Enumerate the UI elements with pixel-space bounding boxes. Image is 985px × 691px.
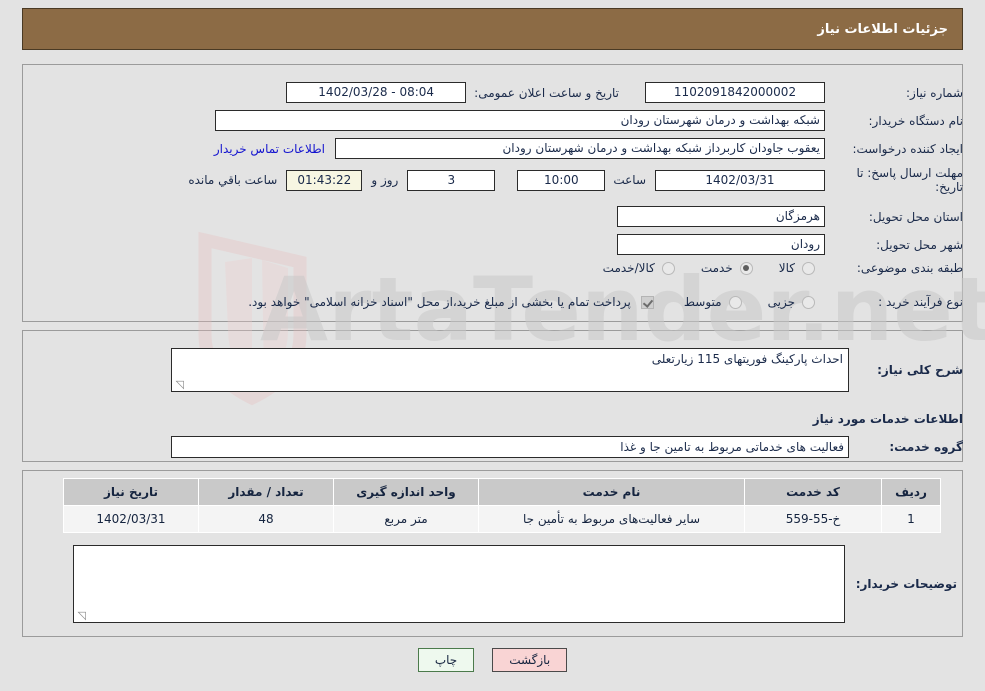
radio-label: خدمت xyxy=(700,261,733,275)
cell-service-code: خ-55-559 xyxy=(744,505,882,533)
resize-grip-icon[interactable]: ◹ xyxy=(76,610,86,621)
general-desc-textarea[interactable]: احداث پارکینگ فوریتهای 115 زیارتعلی ◹ xyxy=(171,348,849,392)
radio-label: متوسط xyxy=(683,295,722,309)
need-number-label: شماره نیاز: xyxy=(906,85,963,100)
cell-service-name: سایر فعالیت‌های مربوط به تأمین جا xyxy=(478,505,745,533)
page-title-bar: جزئیات اطلاعات نیاز xyxy=(22,8,963,50)
treasury-bond-note: پرداخت تمام یا بخشی از مبلغ خرید،از محل … xyxy=(248,295,631,309)
buyer-org-label: نام دستگاه خریدار: xyxy=(868,113,964,128)
services-info-heading: اطلاعات خدمات مورد نیاز xyxy=(812,412,963,426)
requester-value: یعقوب جاودان کاربرداز شبکه بهداشت و درما… xyxy=(335,138,825,159)
radio-option-jozii[interactable]: جزیی xyxy=(768,295,815,309)
remaining-days-value: 3 xyxy=(407,169,496,191)
remaining-days-label: روز و xyxy=(371,173,399,187)
table-row[interactable]: 1 خ-55-559 سایر فعالیت‌های مربوط به تأمی… xyxy=(63,505,941,533)
radio-icon[interactable] xyxy=(802,295,815,309)
radio-label: جزیی xyxy=(767,295,795,309)
services-table-body: 1 خ-55-559 سایر فعالیت‌های مربوط به تأمی… xyxy=(63,505,941,533)
th-unit: واحد اندازه گیری xyxy=(333,478,479,506)
resize-grip-icon[interactable]: ◹ xyxy=(174,379,184,390)
radio-option-motavaset[interactable]: متوسط xyxy=(684,295,742,309)
hour-label: ساعت xyxy=(613,173,646,187)
radio-icon[interactable] xyxy=(802,261,815,275)
row-province: استان محل تحویل: هرمزگان xyxy=(617,206,963,227)
radio-option-kala-khedmat[interactable]: کالا/خدمت xyxy=(603,261,675,275)
row-buyer-notes: توضیحات خریدار: ◹ xyxy=(73,545,957,623)
cell-index: 1 xyxy=(881,505,941,533)
province-value: هرمزگان xyxy=(617,206,825,227)
row-service-group: گروه خدمت: فعالیت های خدماتی مربوط به تا… xyxy=(171,436,963,458)
radio-option-kala[interactable]: کالا xyxy=(779,261,815,275)
radio-icon[interactable] xyxy=(661,261,675,275)
row-services-heading: اطلاعات خدمات مورد نیاز xyxy=(813,412,963,426)
page-title: جزئیات اطلاعات نیاز xyxy=(817,21,948,37)
row-deadline: مهلت ارسال پاسخ: تا تاریخ: 1402/03/31 سا… xyxy=(188,166,963,194)
row-process-type: نوع فرآیند خرید : جزیی متوسط پرداخت تمام… xyxy=(248,295,963,309)
services-table: ردیف کد خدمت نام خدمت واحد اندازه گیری ت… xyxy=(63,478,941,533)
city-label: شهر محل تحویل: xyxy=(876,237,963,252)
category-radio-group: کالا خدمت کالا/خدمت xyxy=(577,261,815,275)
th-service-name: نام خدمت xyxy=(478,478,745,506)
category-label: طبقه بندی موضوعی: xyxy=(856,261,963,275)
countdown-label: ساعت باقي مانده xyxy=(188,173,278,187)
back-button[interactable]: بازگشت xyxy=(492,648,568,672)
city-value: رودان xyxy=(617,234,825,255)
services-table-head: ردیف کد خدمت نام خدمت واحد اندازه گیری ت… xyxy=(63,478,941,506)
province-label: استان محل تحویل: xyxy=(868,209,963,224)
row-need-number: شماره نیاز: 1102091842000002 تاریخ و ساع… xyxy=(286,82,963,103)
row-buyer-org: نام دستگاه خریدار: شبکه بهداشت و درمان ش… xyxy=(215,110,963,131)
action-button-bar: بازگشت چاپ xyxy=(0,648,985,672)
radio-icon-selected[interactable] xyxy=(739,261,753,275)
process-type-label: نوع فرآیند خرید : xyxy=(878,295,963,309)
th-index: ردیف xyxy=(881,478,941,506)
service-group-value: فعالیت های خدماتی مربوط به تامین جا و غذ… xyxy=(171,436,849,458)
row-city: شهر محل تحویل: رودان xyxy=(617,234,963,255)
table-header-row: ردیف کد خدمت نام خدمت واحد اندازه گیری ت… xyxy=(63,478,941,506)
buyer-notes-textarea[interactable]: ◹ xyxy=(73,545,845,623)
deadline-date-value: 1402/03/31 xyxy=(655,169,825,191)
cell-unit: متر مربع xyxy=(333,505,479,533)
cell-need-date: 1402/03/31 xyxy=(63,505,199,533)
countdown-value: 01:43:22 xyxy=(286,169,363,191)
deadline-hour-value: 10:00 xyxy=(517,169,606,191)
th-service-code: کد خدمت xyxy=(744,478,882,506)
print-button[interactable]: چاپ xyxy=(417,648,475,672)
radio-icon[interactable] xyxy=(728,295,742,309)
th-quantity: تعداد / مقدار xyxy=(198,478,334,506)
buyer-contact-link[interactable]: اطلاعات تماس خریدار xyxy=(214,142,325,156)
announce-datetime-value: 08:04 - 1402/03/28 xyxy=(286,82,467,103)
announce-datetime-label: تاریخ و ساعت اعلان عمومی: xyxy=(474,85,619,100)
radio-label: کالا/خدمت xyxy=(602,261,655,275)
radio-label: کالا xyxy=(778,261,795,275)
general-desc-value: احداث پارکینگ فوریتهای 115 زیارتعلی xyxy=(651,352,843,366)
radio-option-khedmat[interactable]: خدمت xyxy=(701,261,753,275)
th-need-date: تاریخ نیاز xyxy=(63,478,199,506)
row-general-desc: شرح کلی نیاز: احداث پارکینگ فوریتهای 115… xyxy=(171,348,963,392)
row-category: طبقه بندی موضوعی: کالا خدمت کالا/خدمت xyxy=(577,261,963,275)
buyer-org-value: شبکه بهداشت و درمان شهرستان رودان xyxy=(215,110,825,131)
row-requester: ایجاد کننده درخواست: یعقوب جاودان کاربرد… xyxy=(214,138,963,159)
treasury-bond-checkbox[interactable] xyxy=(640,295,654,309)
need-number-value: 1102091842000002 xyxy=(645,82,825,103)
deadline-label: مهلت ارسال پاسخ: تا تاریخ: xyxy=(856,166,963,194)
buyer-notes-label: توضیحات خریدار: xyxy=(855,577,957,591)
requester-label: ایجاد کننده درخواست: xyxy=(852,141,963,156)
service-group-label: گروه خدمت: xyxy=(889,440,963,454)
process-radio-group: جزیی متوسط xyxy=(658,295,815,309)
cell-quantity: 48 xyxy=(198,505,334,533)
general-desc-label: شرح کلی نیاز: xyxy=(877,363,963,377)
